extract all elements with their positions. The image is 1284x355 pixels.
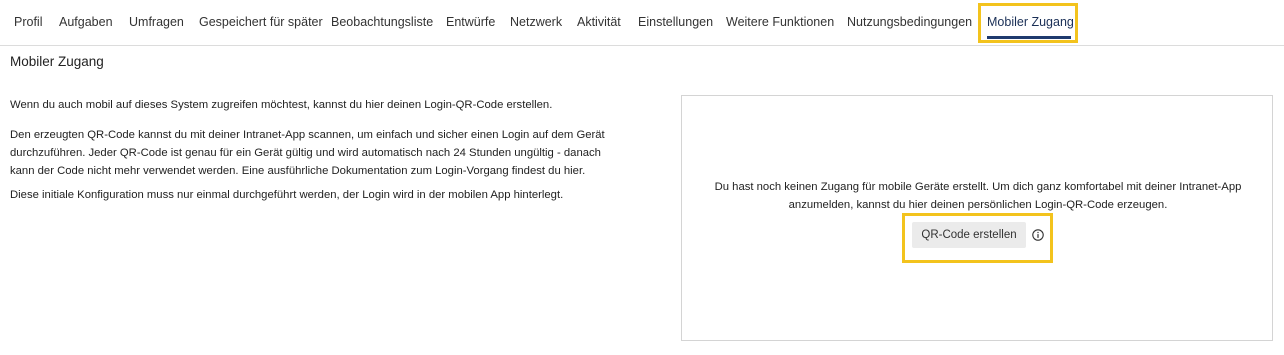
tab-weitere-funktionen[interactable]: Weitere Funktionen xyxy=(726,15,834,29)
tab-umfragen[interactable]: Umfragen xyxy=(129,15,184,29)
no-access-message: Du hast noch keinen Zugang für mobile Ge… xyxy=(692,178,1264,214)
details-line: Den erzeugten QR-Code kannst du mit dein… xyxy=(10,129,605,141)
tab-netzwerk[interactable]: Netzwerk xyxy=(510,15,562,29)
message-line: anzumelden, kannst du hier deinen persön… xyxy=(788,199,1168,211)
tab-beobachtungsliste[interactable]: Beobachtungsliste xyxy=(331,15,433,29)
highlight-box-create-button xyxy=(902,213,1053,263)
profile-tab-bar: Profil Aufgaben Umfragen Gespeichert für… xyxy=(0,0,1284,46)
details-line: durchzuführen. Jeder QR-Code ist genau f… xyxy=(10,147,601,159)
page-title: Mobiler Zugang xyxy=(10,54,104,69)
note-text: Diese initiale Konfiguration muss nur ei… xyxy=(10,189,564,201)
tab-entwuerfe[interactable]: Entwürfe xyxy=(446,15,495,29)
tab-profil[interactable]: Profil xyxy=(14,15,42,29)
details-line: kann der Code nicht mehr verwendet werde… xyxy=(10,165,586,177)
tab-nutzungsbedingungen[interactable]: Nutzungsbedingungen xyxy=(847,15,972,29)
tab-einstellungen[interactable]: Einstellungen xyxy=(638,15,713,29)
intro-text: Wenn du auch mobil auf dieses System zug… xyxy=(10,99,553,111)
details-text: Den erzeugten QR-Code kannst du mit dein… xyxy=(10,126,650,180)
tab-gespeichert-fuer-spaeter[interactable]: Gespeichert für später xyxy=(199,15,323,29)
message-line: Du hast noch keinen Zugang für mobile Ge… xyxy=(714,181,1242,193)
highlight-box-active-tab xyxy=(978,3,1078,43)
tab-aktivitaet[interactable]: Aktivität xyxy=(577,15,621,29)
tab-aufgaben[interactable]: Aufgaben xyxy=(59,15,113,29)
